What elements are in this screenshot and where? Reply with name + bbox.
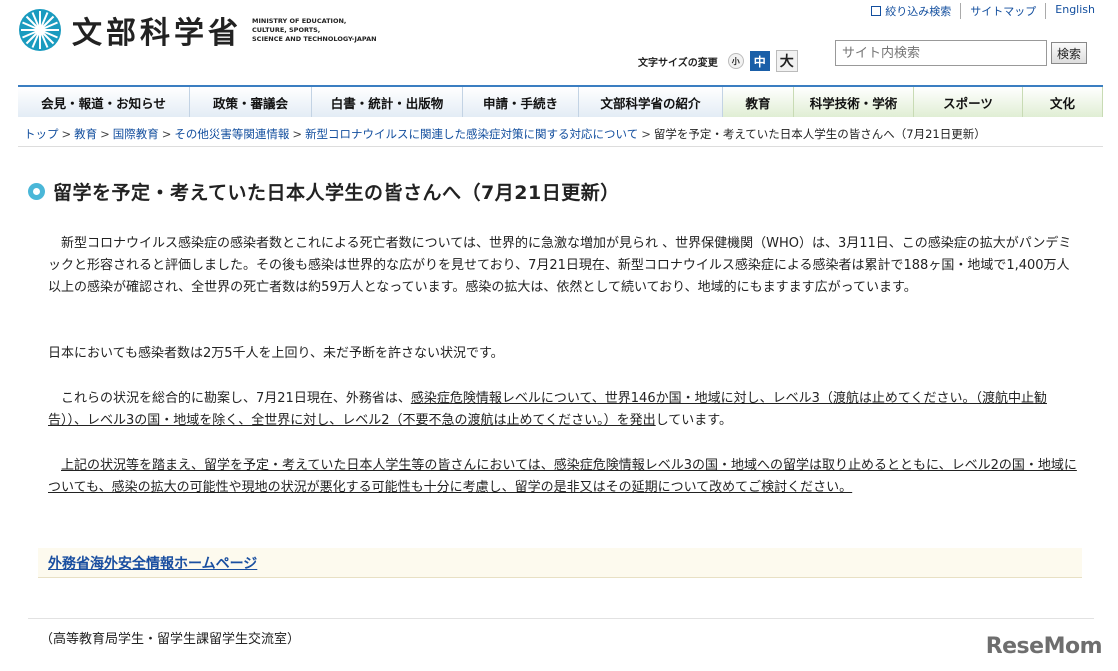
paragraph-situation: 新型コロナウイルス感染症の感染者数とこれによる死亡者数については、世界的に急激な… [48,236,1072,295]
breadcrumb-covid[interactable]: 新型コロナウイルスに関連した感染症対策に関する対応について [305,127,638,141]
mofa-safety-link[interactable]: 外務省海外安全情報ホームページ [48,553,257,573]
filtered-search-link[interactable]: 絞り込み検索 [862,3,960,19]
nav-item-about[interactable]: 文部科学省の紹介 [579,87,723,117]
nav-item-press[interactable]: 会見・報道・お知らせ [18,87,190,117]
page-title: 留学を予定・考えていた日本人学生の皆さんへ（7月21日更新） [53,182,620,204]
english-link[interactable]: English [1045,3,1104,19]
nav-item-sports[interactable]: スポーツ [914,87,1023,117]
global-nav: 会見・報道・お知らせ 政策・審議会 白書・統計・出版物 申請・手続き 文部科学省… [18,85,1103,117]
search-button[interactable]: 検索 [1051,42,1088,64]
search-filter-icon [871,6,882,16]
paragraph-request: 上記の状況等を踏まえ、留学を予定・考えていた日本人学生等の皆さんにおいては、感染… [48,458,1077,495]
nav-item-applications[interactable]: 申請・手続き [463,87,579,117]
resemom-watermark: ReseMom [985,634,1103,659]
department-note: （高等教育局学生・留学生課留学生交流室） [40,632,301,647]
title-bullet-icon [28,183,45,200]
nav-item-policy[interactable]: 政策・審議会 [190,87,312,117]
sitemap-link[interactable]: サイトマップ [960,3,1045,19]
breadcrumb-international[interactable]: 国際教育 [113,127,159,141]
content-divider [28,618,1094,619]
font-size-medium-button[interactable]: 中 [749,51,770,71]
search-input[interactable] [835,40,1047,66]
logo-text: 文部科学省 [72,16,242,51]
font-size-label: 文字サイズの変更 [638,57,718,69]
nav-item-publications[interactable]: 白書・統計・出版物 [312,87,463,117]
nav-item-education[interactable]: 教育 [723,87,794,117]
paragraph-mofa: これらの状況を総合的に勘案し、7月21日現在、外務省は、感染症危険情報レベルにつ… [48,391,1047,428]
font-size-control: 文字サイズの変更 小 中 大 [638,50,798,72]
breadcrumb-current: 留学を予定・考えていた日本人学生の皆さんへ（7月21日更新） [653,127,986,141]
breadcrumb-disaster-info[interactable]: その他災害等関連情報 [174,127,289,141]
ministry-emblem-icon [19,9,61,51]
font-size-small-button[interactable]: 小 [727,53,744,69]
breadcrumb: トップ > 教育 > 国際教育 > その他災害等関連情報 > 新型コロナウイルスに関連した感染症… [24,127,986,141]
site-header: 文部科学省 MINISTRY OF EDUCATION, CULTURE, SP… [0,0,1118,84]
page-title-row: 留学を予定・考えていた日本人学生の皆さんへ（7月21日更新） [28,178,620,205]
nav-item-science[interactable]: 科学技術・学術 [794,87,914,117]
font-size-large-button[interactable]: 大 [775,50,798,72]
site-search: 検索 [835,40,1088,66]
paragraph-japan: 日本においても感染者数は2万5千人を上回り、未だ予断を許さない状況です。 [48,346,504,361]
nav-item-culture[interactable]: 文化 [1023,87,1103,117]
breadcrumb-divider [18,146,1103,147]
related-link-box: 外務省海外安全情報ホームページ [38,548,1082,578]
site-logo[interactable]: 文部科学省 MINISTRY OF EDUCATION, CULTURE, SP… [18,8,402,52]
breadcrumb-top[interactable]: トップ [24,127,59,141]
breadcrumb-education[interactable]: 教育 [74,127,97,141]
utility-links: 絞り込み検索 サイトマップ English [862,3,1104,19]
logo-english-name: MINISTRY OF EDUCATION, CULTURE, SPORTS, … [252,16,377,43]
